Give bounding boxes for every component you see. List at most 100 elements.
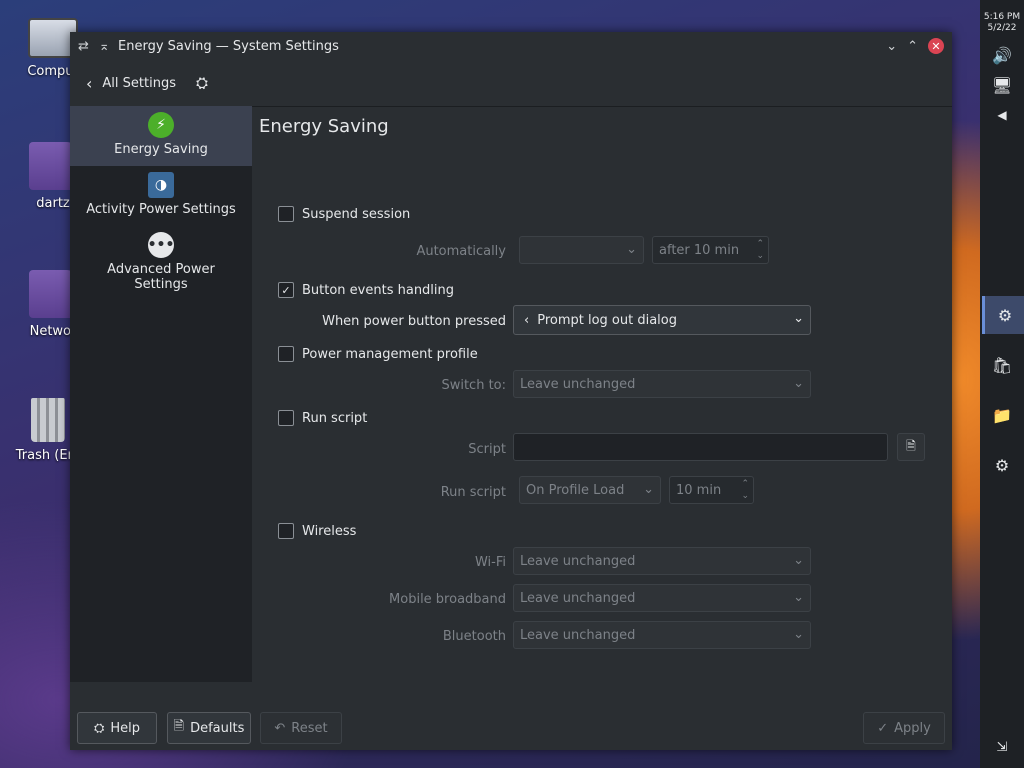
wifi-label: Wi-Fi — [474, 555, 506, 570]
checkbox-box — [278, 346, 294, 362]
spin-arrows-icon[interactable]: ⌃ ⌄ — [741, 478, 749, 502]
main-content: Energy Saving Suspend session Automatica… — [252, 106, 952, 682]
taskbar-panel: 5:16 PM 5/2/22 🔊 🖥 ◀ ⚙ 🛍 📁 ⚙ ⇲ — [980, 0, 1024, 768]
maximize-icon[interactable]: ⌃ — [907, 39, 918, 54]
select-value: Leave unchanged — [520, 376, 636, 392]
mobile-broadband-select[interactable]: Leave unchanged ⌄ — [513, 584, 811, 612]
spin-arrows-icon[interactable]: ⌃ ⌄ — [756, 238, 764, 262]
run-script-time-spinbox[interactable]: 10 min ⌃ ⌄ — [669, 476, 754, 504]
document-open-icon: 🗎 — [906, 438, 916, 453]
file-manager-icon[interactable]: 📁 — [982, 396, 1022, 434]
power-button-select[interactable]: ‹ Prompt log out dialog ⌄ — [513, 305, 811, 335]
chevron-down-icon: ⌄ — [793, 627, 804, 642]
more-icon: ••• — [148, 232, 174, 258]
switch-to-select[interactable]: Leave unchanged ⌄ — [513, 370, 811, 398]
help-lifebuoy-icon[interactable]: ⛭ — [196, 74, 208, 92]
checkbox-box — [278, 410, 294, 426]
run-script-select[interactable]: On Profile Load ⌄ — [519, 476, 661, 504]
checkbox-label: Suspend session — [302, 206, 411, 222]
sidebar: ⚡ Energy Saving ◑ Activity Power Setting… — [70, 106, 252, 682]
lifebuoy-icon: ⛭ — [93, 720, 105, 736]
window-title: Energy Saving — System Settings — [118, 38, 339, 54]
trash-icon — [31, 398, 65, 442]
undo-icon: ↶ — [274, 720, 286, 736]
page-title: Energy Saving — [259, 116, 389, 137]
panel-edit-icon[interactable]: ⇲ — [982, 728, 1022, 766]
checkbox-box — [278, 206, 294, 222]
lightning-icon: ⚡ — [148, 112, 174, 138]
checkbox-label: Run script — [302, 410, 368, 426]
sidebar-item-activity[interactable]: ◑ Activity Power Settings — [70, 166, 252, 226]
clock-date: 5/2/22 — [987, 23, 1017, 33]
open-file-button[interactable]: 🗎 — [897, 433, 925, 461]
bluetooth-label: Bluetooth — [442, 629, 506, 644]
clock-time: 5:16 PM — [983, 12, 1021, 22]
script-label: Script — [468, 442, 506, 457]
run-script-label: Run script — [440, 485, 506, 500]
switch-to-label: Switch to: — [441, 378, 506, 393]
help-button[interactable]: ⛭ Help — [77, 712, 157, 744]
document-icon: 🗎 — [173, 719, 185, 734]
checkbox-label: Power management profile — [302, 346, 478, 362]
automatically-label: Automatically — [416, 244, 506, 259]
checkbox-label: Wireless — [302, 523, 357, 539]
checkbox-label: Button events handling — [302, 282, 455, 298]
chevron-down-icon: ⌄ — [626, 242, 637, 257]
reset-label: Reset — [291, 720, 328, 736]
select-value: On Profile Load — [526, 482, 625, 498]
chevron-down-icon: ⌄ — [643, 482, 654, 497]
settings-gear-icon[interactable]: ⚙ — [982, 446, 1022, 484]
titlebar[interactable]: ⇄ ⌅ Energy Saving — System Settings ⌄ ⌃ … — [70, 32, 952, 60]
activity-icon: ◑ — [148, 172, 174, 198]
run-script-checkbox[interactable]: Run script — [278, 410, 367, 426]
sidebar-item-label: Advanced Power Settings — [107, 262, 215, 292]
button-events-checkbox[interactable]: ✓ Button events handling — [278, 282, 454, 298]
sidebar-item-label: Energy Saving — [114, 142, 208, 157]
minimize-icon[interactable]: ⌄ — [886, 39, 897, 54]
sidebar-item-advanced[interactable]: ••• Advanced Power Settings — [70, 226, 252, 308]
chevron-left-icon: ‹ — [524, 312, 530, 328]
spin-value: 10 min — [676, 482, 722, 498]
power-button-label: When power button pressed — [322, 314, 506, 329]
help-label: Help — [110, 720, 141, 736]
spin-value: after 10 min — [659, 242, 740, 258]
sidebar-item-label: Activity Power Settings — [86, 202, 236, 217]
all-settings-button[interactable]: ‹ All Settings — [86, 74, 176, 93]
defaults-label: Defaults — [190, 720, 245, 736]
system-settings-window: ⇄ ⌅ Energy Saving — System Settings ⌄ ⌃ … — [70, 32, 952, 750]
window-menu-icon[interactable]: ⇄ — [78, 39, 89, 54]
apply-label: Apply — [894, 720, 931, 736]
apply-button[interactable]: ✓ Apply — [863, 712, 945, 744]
sidebar-item-energy-saving[interactable]: ⚡ Energy Saving — [70, 106, 252, 166]
keep-above-icon[interactable]: ⌅ — [99, 39, 110, 54]
chevron-left-icon: ‹ — [86, 73, 93, 93]
mobile-broadband-label: Mobile broadband — [389, 592, 506, 607]
chevron-down-icon: ⌄ — [793, 311, 804, 326]
chevron-down-icon: ⌄ — [793, 376, 804, 391]
suspend-after-spinbox[interactable]: after 10 min ⌃ ⌄ — [652, 236, 769, 264]
select-value: Leave unchanged — [520, 627, 636, 643]
chevron-down-icon: ⌄ — [793, 553, 804, 568]
power-profile-checkbox[interactable]: Power management profile — [278, 346, 478, 362]
checkbox-box — [278, 523, 294, 539]
system-settings-task-icon[interactable]: ⚙ — [982, 296, 1024, 334]
defaults-button[interactable]: 🗎 Defaults — [167, 712, 251, 744]
select-value: Prompt log out dialog — [537, 312, 677, 328]
checkbox-box: ✓ — [278, 282, 294, 298]
bluetooth-select[interactable]: Leave unchanged ⌄ — [513, 621, 811, 649]
clock[interactable]: 5:16 PM 5/2/22 — [980, 12, 1024, 34]
close-icon[interactable]: ✕ — [928, 38, 944, 54]
chevron-down-icon: ⌄ — [793, 590, 804, 605]
checkmark-icon: ✓ — [877, 720, 889, 736]
expand-tray-icon[interactable]: ◀ — [982, 96, 1022, 134]
suspend-session-checkbox[interactable]: Suspend session — [278, 206, 410, 222]
automatically-select[interactable]: ⌄ — [519, 236, 644, 264]
toolbar: ‹ All Settings ⛭ — [70, 60, 952, 107]
script-path-input[interactable] — [513, 433, 888, 461]
discover-store-icon[interactable]: 🛍 — [982, 346, 1022, 384]
reset-button[interactable]: ↶ Reset — [260, 712, 342, 744]
wireless-checkbox[interactable]: Wireless — [278, 523, 356, 539]
select-value: Leave unchanged — [520, 590, 636, 606]
wifi-select[interactable]: Leave unchanged ⌄ — [513, 547, 811, 575]
select-value: Leave unchanged — [520, 553, 636, 569]
